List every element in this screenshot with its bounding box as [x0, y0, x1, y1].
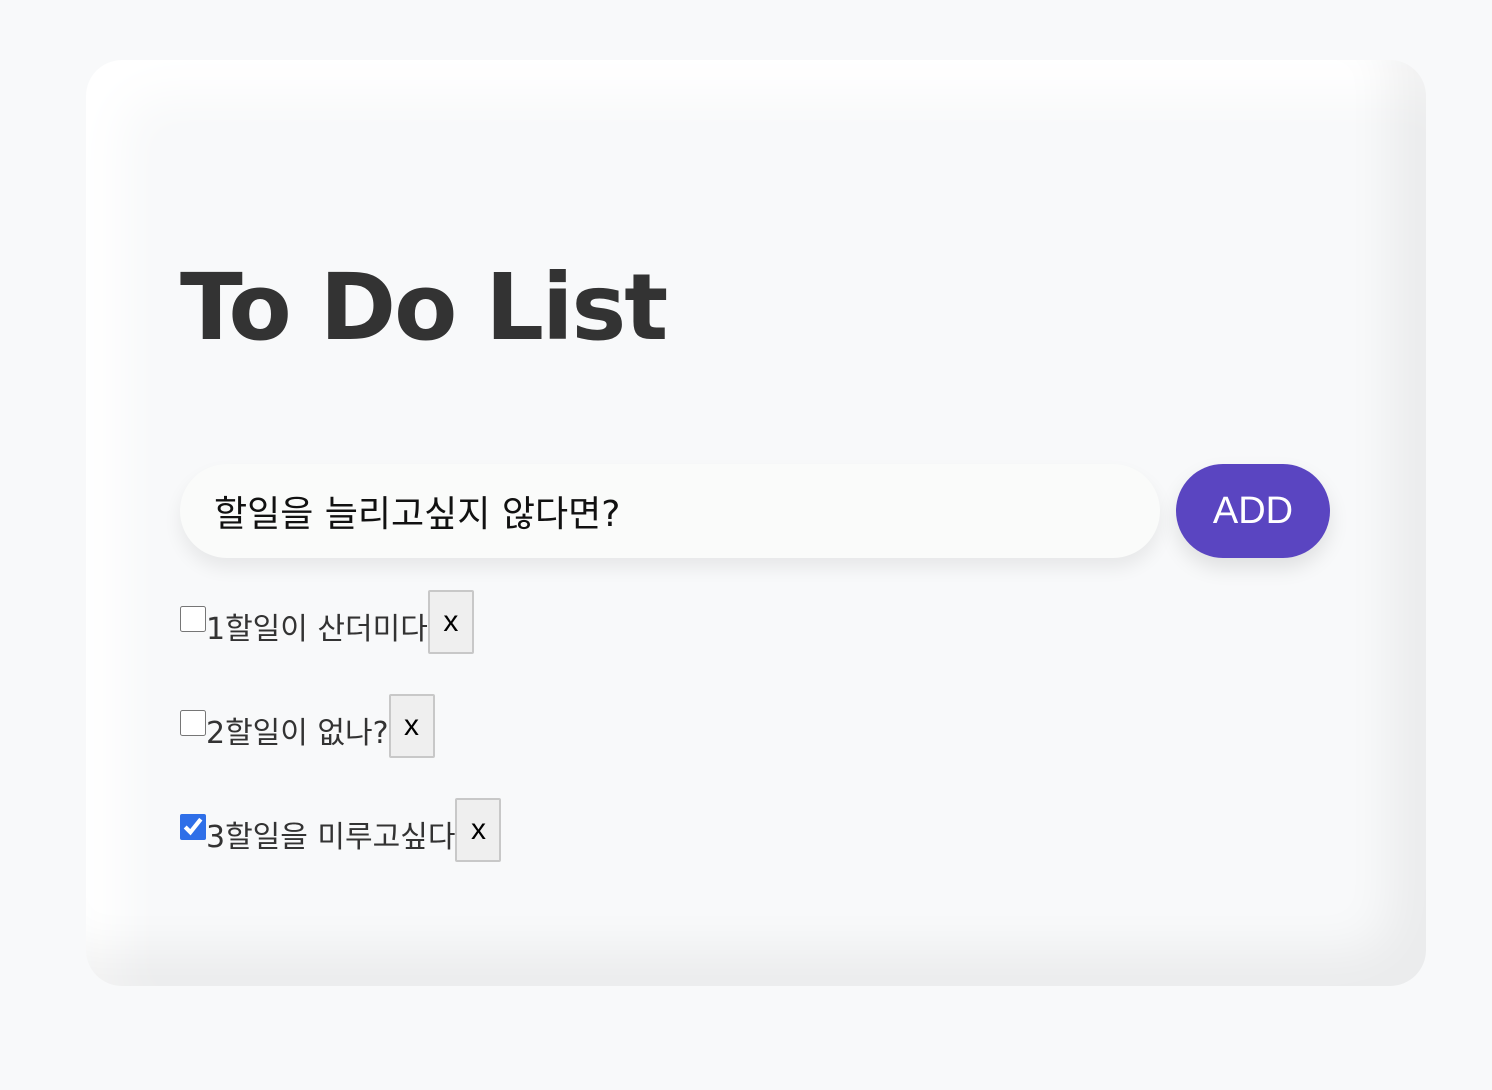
delete-button[interactable]: x — [427, 590, 474, 654]
todo-text: 2할일이 없나? — [206, 716, 389, 751]
todo-list: 1할일이 산더미다 x 2할일이 없나? x 3할일을 미루고싶다 x — [180, 590, 502, 902]
todo-form: ADD — [180, 464, 1330, 558]
delete-button[interactable]: x — [455, 798, 502, 862]
add-button[interactable]: ADD — [1176, 464, 1330, 558]
todo-checkbox[interactable] — [180, 606, 206, 632]
delete-button[interactable]: x — [388, 694, 435, 758]
list-item: 1할일이 산더미다 x — [180, 590, 501, 654]
list-item: 3할일을 미루고싶다 x — [180, 798, 502, 862]
todo-checkbox[interactable] — [180, 814, 206, 840]
list-item: 2할일이 없나? x — [180, 694, 501, 758]
todo-text: 3할일을 미루고싶다 — [206, 820, 456, 855]
todo-text: 1할일이 산더미다 — [206, 612, 428, 647]
page-title: To Do List — [180, 254, 668, 361]
todo-input[interactable] — [180, 464, 1160, 558]
todo-checkbox[interactable] — [180, 710, 206, 736]
